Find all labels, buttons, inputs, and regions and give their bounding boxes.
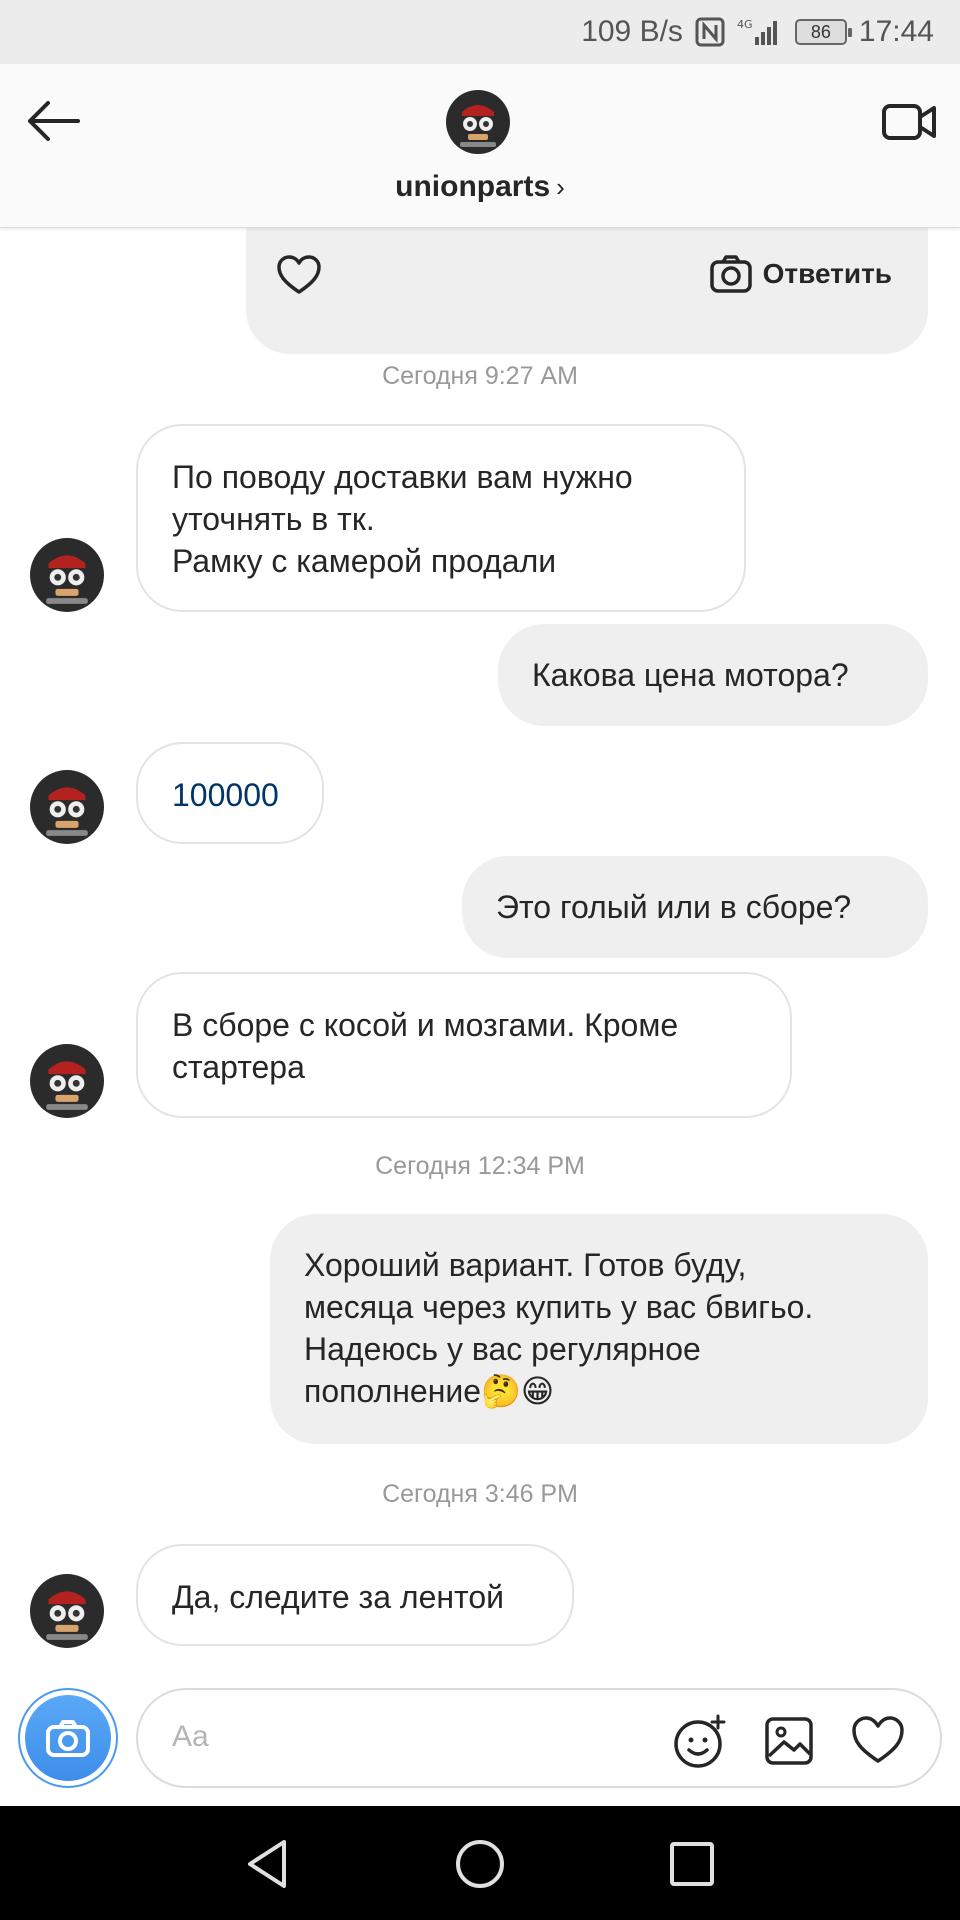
sender-avatar[interactable] (30, 538, 104, 612)
battery-icon: 86 (794, 19, 852, 45)
message-text: пополнение🤔😁 (304, 1373, 555, 1409)
timestamp: Сегодня 9:27 AM (382, 362, 578, 390)
message-text: В сборе с косой и мозгами. Кроме (172, 1007, 679, 1043)
video-camera-icon (882, 104, 936, 140)
sticker-button[interactable] (672, 1714, 726, 1768)
signal-icon: 4G (737, 17, 783, 47)
camera-outline-icon (709, 255, 752, 293)
gallery-button[interactable] (762, 1714, 816, 1768)
message-bubble-incoming[interactable]: В сборе с косой и мозгами. Кроме стартер… (136, 972, 792, 1118)
message-input[interactable]: Aa (136, 1688, 942, 1788)
shared-post-card[interactable]: Ответить (246, 228, 928, 354)
username-label: unionparts (395, 170, 551, 203)
like-send-button[interactable] (850, 1714, 904, 1768)
chat-username[interactable]: unionparts › (0, 170, 960, 204)
camera-button[interactable] (18, 1688, 118, 1788)
heart-icon (852, 1716, 904, 1763)
nav-back-button[interactable] (240, 1836, 296, 1892)
camera-icon (46, 1720, 90, 1757)
image-icon (765, 1717, 813, 1765)
message-bubble-outgoing[interactable]: Хороший вариант. Готов буду, месяца чере… (270, 1214, 928, 1444)
network-speed: 109 B/s (581, 15, 683, 48)
message-text: уточнять в тк. (172, 501, 375, 537)
back-arrow-icon (28, 101, 80, 141)
system-nav-bar (0, 1806, 960, 1920)
nav-recents-button[interactable] (664, 1836, 720, 1892)
reply-label: Ответить (762, 258, 892, 289)
message-list[interactable]: Ответить Сегодня 9:27 AM По поводу доста… (0, 228, 960, 1684)
battery-level: 86 (810, 21, 831, 42)
chat-header: unionparts › (0, 64, 960, 228)
sender-avatar[interactable] (30, 1044, 104, 1118)
square-recents-icon (670, 1842, 714, 1886)
reply-button[interactable]: Ответить (709, 254, 892, 294)
message-bubble-outgoing[interactable]: Какова цена мотора? (498, 624, 928, 726)
message-bubble-incoming[interactable]: По поводу доставки вам нужно уточнять в … (136, 424, 746, 612)
status-bar: 109 B/s 4G 86 17:44 (0, 0, 960, 64)
message-input-placeholder: Aa (172, 1720, 209, 1753)
back-button[interactable] (22, 90, 84, 152)
message-text: стартера (172, 1049, 305, 1085)
clock: 17:44 (858, 15, 934, 48)
heart-icon (277, 255, 321, 294)
chevron-right-icon: › (556, 172, 565, 202)
video-call-button[interactable] (878, 90, 940, 152)
message-text: Какова цена мотора? (532, 657, 849, 693)
network-type: 4G (737, 18, 753, 31)
sender-avatar[interactable] (30, 770, 104, 844)
profile-avatar[interactable] (446, 90, 510, 154)
phone-number-link[interactable]: 100000 (172, 774, 288, 816)
like-button[interactable] (276, 254, 322, 296)
message-text: Это голый или в сборе? (496, 889, 852, 925)
circle-home-icon (456, 1840, 504, 1888)
nav-home-button[interactable] (452, 1836, 508, 1892)
message-bubble-outgoing[interactable]: Это голый или в сборе? (462, 856, 928, 958)
triangle-back-icon (248, 1840, 286, 1888)
message-composer: Aa (0, 1684, 960, 1806)
smiley-sparkle-icon (674, 1714, 726, 1768)
message-text: Рамку с камерой продали (172, 543, 557, 579)
message-text: Хороший вариант. Готов буду, (304, 1247, 747, 1283)
message-bubble-incoming[interactable]: 100000 (136, 742, 324, 844)
message-text: месяца через купить у вас бвигьо. (304, 1289, 814, 1325)
message-text: По поводу доставки вам нужно (172, 459, 633, 495)
sender-avatar[interactable] (30, 1574, 104, 1648)
timestamp: Сегодня 3:46 PM (382, 1480, 578, 1508)
message-bubble-incoming[interactable]: Да, следите за лентой (136, 1544, 574, 1646)
nfc-icon (695, 17, 725, 47)
message-text: Надеюсь у вас регулярное (304, 1331, 701, 1367)
timestamp: Сегодня 12:34 PM (375, 1152, 585, 1180)
message-text: Да, следите за лентой (172, 1579, 505, 1615)
